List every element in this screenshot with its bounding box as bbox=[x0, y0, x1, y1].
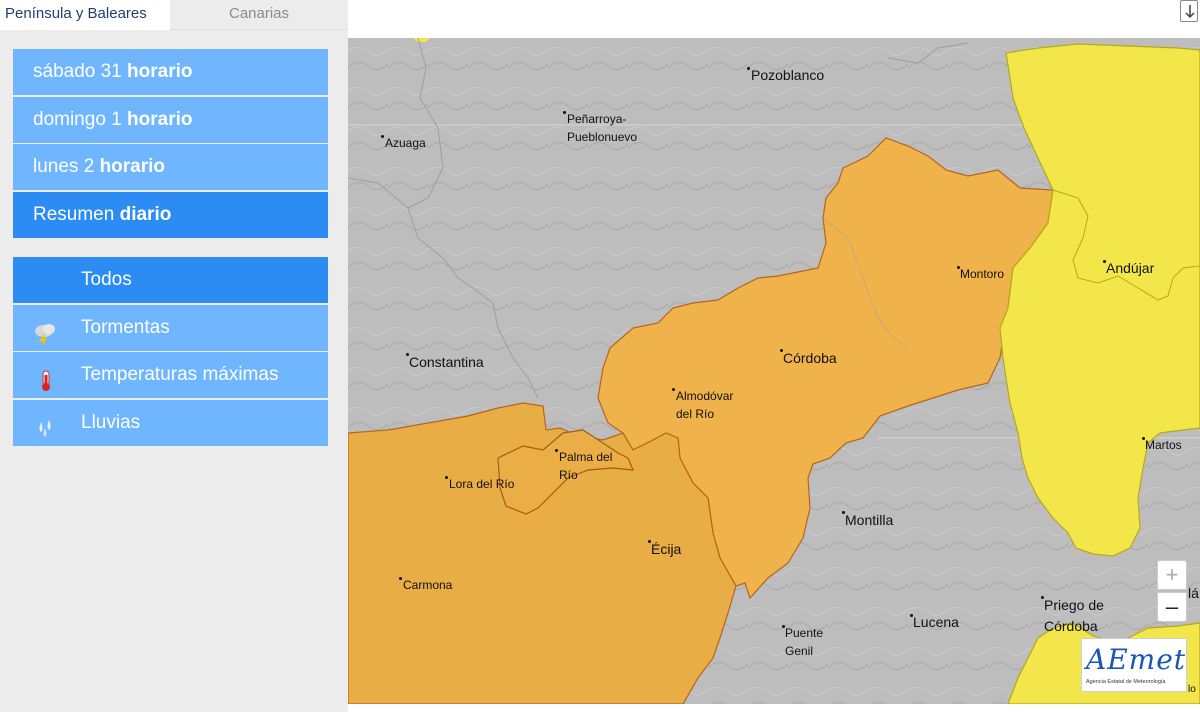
phenomenon-all[interactable]: Todos bbox=[13, 257, 328, 303]
city-almodovar-line2: del Río bbox=[676, 407, 715, 421]
city-dot bbox=[672, 388, 675, 391]
city-carmona: Carmona bbox=[403, 578, 453, 592]
city-puente-line2: Genil bbox=[785, 644, 814, 658]
warning-map[interactable]: Pozoblanco Peñarroya- Pueblonuevo Azuaga… bbox=[348, 38, 1200, 704]
city-lora: Lora del Río bbox=[449, 477, 515, 491]
city-montilla: Montilla bbox=[845, 512, 894, 528]
phenomenon-storms[interactable]: Tormentas bbox=[13, 304, 328, 351]
day-label: sábado 31 bbox=[33, 61, 122, 82]
city-martos: Martos bbox=[1145, 438, 1182, 452]
phenomenon-rain[interactable]: Lluvias bbox=[13, 399, 328, 446]
phenomenon-label: Lluvias bbox=[81, 411, 141, 433]
day-item-saturday[interactable]: sábado 31 horario bbox=[13, 49, 328, 95]
city-constantina: Constantina bbox=[409, 354, 484, 370]
city-dot bbox=[445, 476, 448, 479]
sidebar: sábado 31 horario domingo 1 horario lune… bbox=[0, 30, 348, 712]
day-menu: sábado 31 horario domingo 1 horario lune… bbox=[13, 49, 328, 239]
logo-subtitle: Agencia Estatal de Meteorología bbox=[1086, 679, 1166, 685]
rain-icon bbox=[33, 412, 59, 437]
zoom-in-button[interactable]: + bbox=[1157, 560, 1187, 590]
city-palma: Palma del bbox=[559, 450, 613, 464]
day-mode: horario bbox=[127, 61, 193, 82]
city-dot bbox=[747, 67, 750, 70]
city-azuaga: Azuaga bbox=[385, 136, 426, 150]
phenomenon-label: Temperaturas máximas bbox=[81, 364, 279, 385]
region-tabs: Península y Baleares Canarias bbox=[0, 0, 348, 30]
city-ecija: Écija bbox=[651, 541, 682, 557]
storm-icon bbox=[33, 317, 59, 344]
city-priego-line2: Córdoba bbox=[1044, 618, 1098, 634]
download-icon[interactable] bbox=[1180, 0, 1198, 22]
city-edge-partial-2: lo bbox=[1188, 684, 1196, 695]
city-edge-partial: lá bbox=[1188, 585, 1199, 601]
day-label: lunes 2 bbox=[33, 156, 95, 177]
city-priego: Priego de bbox=[1044, 597, 1104, 613]
day-item-summary[interactable]: Resumen diario bbox=[13, 191, 328, 238]
thermometer-icon bbox=[33, 364, 59, 391]
tab-canarias[interactable]: Canarias bbox=[170, 0, 348, 30]
city-penarroya-line2: Pueblonuevo bbox=[567, 130, 638, 144]
city-penarroya: Peñarroya- bbox=[567, 112, 627, 126]
day-item-monday[interactable]: lunes 2 horario bbox=[13, 144, 328, 190]
day-mode: horario bbox=[99, 156, 166, 177]
city-dot bbox=[555, 449, 558, 452]
phenomena-menu: Todos Tormentas Temperaturas máximas Llu… bbox=[13, 257, 328, 447]
zoom-out-button[interactable]: – bbox=[1157, 592, 1187, 622]
city-pozoblanco: Pozoblanco bbox=[751, 67, 825, 83]
city-dot bbox=[381, 135, 384, 138]
city-almodovar: Almodóvar bbox=[676, 389, 734, 403]
phenomenon-label: Todos bbox=[81, 269, 132, 290]
day-label: Resumen bbox=[33, 203, 115, 225]
city-lucena: Lucena bbox=[913, 614, 959, 630]
city-palma-line2: Río bbox=[559, 468, 578, 482]
city-dot bbox=[399, 577, 402, 580]
tab-peninsula[interactable]: Península y Baleares bbox=[0, 0, 170, 30]
day-item-sunday[interactable]: domingo 1 horario bbox=[13, 96, 328, 143]
city-dot bbox=[563, 111, 566, 114]
city-montoro: Montoro bbox=[960, 267, 1005, 281]
day-mode: horario bbox=[127, 108, 193, 130]
city-andujar: Andújar bbox=[1106, 260, 1155, 276]
city-puente: Puente bbox=[785, 626, 824, 640]
logo-text: AEmet bbox=[1086, 643, 1187, 676]
aemet-logo: AEmet Agencia Estatal de Meteorología bbox=[1081, 638, 1187, 692]
phenomenon-max-temperature[interactable]: Temperaturas máximas bbox=[13, 352, 328, 398]
day-mode: diario bbox=[119, 203, 172, 225]
city-cordoba: Córdoba bbox=[783, 350, 837, 366]
phenomenon-label: Tormentas bbox=[81, 316, 170, 338]
day-label: domingo 1 bbox=[33, 108, 122, 130]
